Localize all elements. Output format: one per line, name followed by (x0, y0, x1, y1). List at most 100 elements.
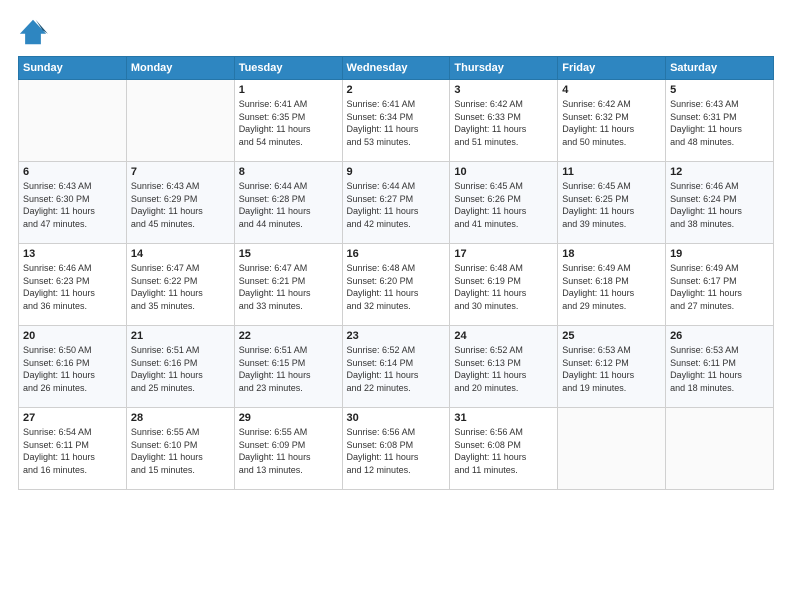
day-cell: 16 Sunrise: 6:48 AM Sunset: 6:20 PM Dayli… (342, 244, 450, 326)
day-number: 20 (23, 330, 122, 342)
weekday-friday: Friday (558, 57, 666, 80)
day-cell: 27 Sunrise: 6:54 AM Sunset: 6:11 PM Dayli… (19, 408, 127, 490)
day-number: 24 (454, 330, 553, 342)
day-number: 5 (670, 84, 769, 96)
weekday-thursday: Thursday (450, 57, 558, 80)
day-info: Sunrise: 6:52 AM Sunset: 6:14 PM Dayligh… (347, 344, 446, 394)
day-info: Sunrise: 6:48 AM Sunset: 6:19 PM Dayligh… (454, 262, 553, 312)
day-number: 15 (239, 248, 338, 260)
day-info: Sunrise: 6:41 AM Sunset: 6:34 PM Dayligh… (347, 98, 446, 148)
day-number: 18 (562, 248, 661, 260)
day-cell: 24Sunrise: 6:52 AM Sunset: 6:13 PM Dayli… (450, 326, 558, 408)
day-cell: 5 Sunrise: 6:43 AM Sunset: 6:31 PM Daylig… (666, 80, 774, 162)
day-info: Sunrise: 6:42 AM Sunset: 6:33 PM Dayligh… (454, 98, 553, 148)
weekday-header-row: SundayMondayTuesdayWednesdayThursdayFrid… (19, 57, 774, 80)
day-info: Sunrise: 6:43 AM Sunset: 6:29 PM Dayligh… (131, 180, 230, 230)
day-info: Sunrise: 6:41 AM Sunset: 6:35 PM Dayligh… (239, 98, 338, 148)
day-cell: 19 Sunrise: 6:49 AM Sunset: 6:17 PM Dayli… (666, 244, 774, 326)
day-info: Sunrise: 6:56 AM Sunset: 6:08 PM Dayligh… (454, 426, 553, 476)
day-info: Sunrise: 6:51 AM Sunset: 6:15 PM Dayligh… (239, 344, 338, 394)
day-info: Sunrise: 6:44 AM Sunset: 6:27 PM Dayligh… (347, 180, 446, 230)
day-number: 4 (562, 84, 661, 96)
week-row-3: 13 Sunrise: 6:46 AM Sunset: 6:23 PM Dayli… (19, 244, 774, 326)
day-cell: 10 Sunrise: 6:45 AM Sunset: 6:26 PM Dayli… (450, 162, 558, 244)
week-row-5: 27 Sunrise: 6:54 AM Sunset: 6:11 PM Dayli… (19, 408, 774, 490)
day-number: 31 (454, 412, 553, 424)
weekday-monday: Monday (126, 57, 234, 80)
day-info: Sunrise: 6:43 AM Sunset: 6:31 PM Dayligh… (670, 98, 769, 148)
day-cell: 1 Sunrise: 6:41 AM Sunset: 6:35 PM Daylig… (234, 80, 342, 162)
day-number: 27 (23, 412, 122, 424)
day-info: Sunrise: 6:50 AM Sunset: 6:16 PM Dayligh… (23, 344, 122, 394)
week-row-4: 20 Sunrise: 6:50 AM Sunset: 6:16 PM Dayli… (19, 326, 774, 408)
day-info: Sunrise: 6:49 AM Sunset: 6:18 PM Dayligh… (562, 262, 661, 312)
day-cell: 9 Sunrise: 6:44 AM Sunset: 6:27 PM Daylig… (342, 162, 450, 244)
day-cell: 6 Sunrise: 6:43 AM Sunset: 6:30 PM Daylig… (19, 162, 127, 244)
day-info: Sunrise: 6:54 AM Sunset: 6:11 PM Dayligh… (23, 426, 122, 476)
day-info: Sunrise: 6:49 AM Sunset: 6:17 PM Dayligh… (670, 262, 769, 312)
day-cell: 25 Sunrise: 6:53 AM Sunset: 6:12 PM Dayli… (558, 326, 666, 408)
day-cell: 14 Sunrise: 6:47 AM Sunset: 6:22 PM Dayli… (126, 244, 234, 326)
day-cell: 17 Sunrise: 6:48 AM Sunset: 6:19 PM Dayli… (450, 244, 558, 326)
day-info: Sunrise: 6:45 AM Sunset: 6:25 PM Dayligh… (562, 180, 661, 230)
day-cell (126, 80, 234, 162)
day-number: 10 (454, 166, 553, 178)
day-number: 2 (347, 84, 446, 96)
day-info: Sunrise: 6:44 AM Sunset: 6:28 PM Dayligh… (239, 180, 338, 230)
day-number: 17 (454, 248, 553, 260)
day-number: 6 (23, 166, 122, 178)
day-number: 11 (562, 166, 661, 178)
day-info: Sunrise: 6:46 AM Sunset: 6:24 PM Dayligh… (670, 180, 769, 230)
day-number: 30 (347, 412, 446, 424)
day-number: 12 (670, 166, 769, 178)
day-number: 19 (670, 248, 769, 260)
day-number: 1 (239, 84, 338, 96)
day-info: Sunrise: 6:48 AM Sunset: 6:20 PM Dayligh… (347, 262, 446, 312)
day-cell (558, 408, 666, 490)
week-row-1: 1 Sunrise: 6:41 AM Sunset: 6:35 PM Daylig… (19, 80, 774, 162)
logo (18, 18, 52, 46)
day-cell: 12 Sunrise: 6:46 AM Sunset: 6:24 PM Dayli… (666, 162, 774, 244)
page: SundayMondayTuesdayWednesdayThursdayFrid… (0, 0, 792, 612)
day-number: 29 (239, 412, 338, 424)
day-number: 13 (23, 248, 122, 260)
day-cell: 31 Sunrise: 6:56 AM Sunset: 6:08 PM Dayli… (450, 408, 558, 490)
day-info: Sunrise: 6:53 AM Sunset: 6:12 PM Dayligh… (562, 344, 661, 394)
day-number: 16 (347, 248, 446, 260)
day-number: 9 (347, 166, 446, 178)
day-number: 26 (670, 330, 769, 342)
day-cell: 23 Sunrise: 6:52 AM Sunset: 6:14 PM Dayli… (342, 326, 450, 408)
logo-icon (18, 18, 48, 46)
day-number: 28 (131, 412, 230, 424)
weekday-sunday: Sunday (19, 57, 127, 80)
day-number: 8 (239, 166, 338, 178)
day-cell: 26Sunrise: 6:53 AM Sunset: 6:11 PM Dayli… (666, 326, 774, 408)
weekday-tuesday: Tuesday (234, 57, 342, 80)
day-cell (666, 408, 774, 490)
day-cell: 29 Sunrise: 6:55 AM Sunset: 6:09 PM Dayli… (234, 408, 342, 490)
day-info: Sunrise: 6:55 AM Sunset: 6:10 PM Dayligh… (131, 426, 230, 476)
day-cell: 22 Sunrise: 6:51 AM Sunset: 6:15 PM Dayli… (234, 326, 342, 408)
day-number: 22 (239, 330, 338, 342)
day-info: Sunrise: 6:42 AM Sunset: 6:32 PM Dayligh… (562, 98, 661, 148)
day-info: Sunrise: 6:46 AM Sunset: 6:23 PM Dayligh… (23, 262, 122, 312)
day-number: 23 (347, 330, 446, 342)
day-info: Sunrise: 6:45 AM Sunset: 6:26 PM Dayligh… (454, 180, 553, 230)
day-cell: 2 Sunrise: 6:41 AM Sunset: 6:34 PM Daylig… (342, 80, 450, 162)
day-number: 25 (562, 330, 661, 342)
day-cell: 28 Sunrise: 6:55 AM Sunset: 6:10 PM Dayli… (126, 408, 234, 490)
day-cell: 11 Sunrise: 6:45 AM Sunset: 6:25 PM Dayli… (558, 162, 666, 244)
day-number: 14 (131, 248, 230, 260)
day-info: Sunrise: 6:43 AM Sunset: 6:30 PM Dayligh… (23, 180, 122, 230)
day-cell: 8 Sunrise: 6:44 AM Sunset: 6:28 PM Daylig… (234, 162, 342, 244)
day-cell: 15 Sunrise: 6:47 AM Sunset: 6:21 PM Dayli… (234, 244, 342, 326)
day-info: Sunrise: 6:55 AM Sunset: 6:09 PM Dayligh… (239, 426, 338, 476)
header (18, 18, 774, 46)
calendar-table: SundayMondayTuesdayWednesdayThursdayFrid… (18, 56, 774, 490)
day-cell: 20 Sunrise: 6:50 AM Sunset: 6:16 PM Dayli… (19, 326, 127, 408)
day-info: Sunrise: 6:51 AM Sunset: 6:16 PM Dayligh… (131, 344, 230, 394)
day-cell (19, 80, 127, 162)
day-cell: 30Sunrise: 6:56 AM Sunset: 6:08 PM Dayli… (342, 408, 450, 490)
day-info: Sunrise: 6:47 AM Sunset: 6:22 PM Dayligh… (131, 262, 230, 312)
day-info: Sunrise: 6:47 AM Sunset: 6:21 PM Dayligh… (239, 262, 338, 312)
